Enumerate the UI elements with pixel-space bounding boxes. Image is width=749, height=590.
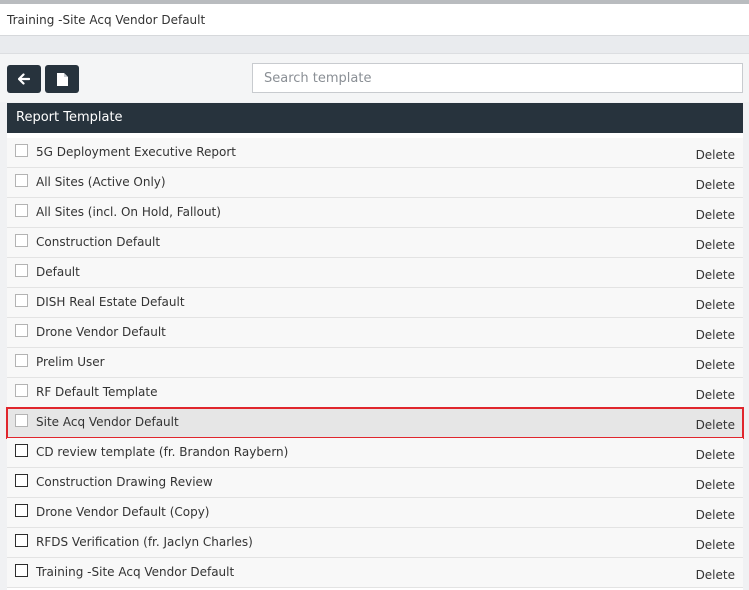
row-checkbox[interactable] bbox=[15, 384, 28, 397]
delete-link[interactable]: Delete bbox=[696, 567, 735, 583]
template-row[interactable]: CD review template (fr. Brandon Raybern)… bbox=[7, 438, 743, 468]
template-row[interactable]: Prelim User Delete bbox=[7, 348, 743, 378]
template-name[interactable]: Construction Default bbox=[36, 234, 160, 250]
template-row[interactable]: All Sites (Active Only) Delete bbox=[7, 168, 743, 198]
row-checkbox[interactable] bbox=[15, 294, 28, 307]
report-template-panel: Report Template 5G Deployment Executive … bbox=[6, 103, 744, 590]
row-checkbox[interactable] bbox=[15, 234, 28, 247]
delete-link[interactable]: Delete bbox=[696, 447, 735, 463]
row-checkbox[interactable] bbox=[15, 264, 28, 277]
delete-link[interactable]: Delete bbox=[696, 357, 735, 373]
row-checkbox[interactable] bbox=[15, 354, 28, 367]
template-row[interactable]: Construction Drawing Review Delete bbox=[7, 468, 743, 498]
template-name[interactable]: Prelim User bbox=[36, 354, 105, 370]
table-header: Report Template bbox=[7, 103, 743, 133]
template-name[interactable]: 5G Deployment Executive Report bbox=[36, 144, 236, 160]
template-name[interactable]: CD review template (fr. Brandon Raybern) bbox=[36, 444, 288, 460]
document-icon bbox=[56, 72, 68, 86]
template-name[interactable]: Drone Vendor Default (Copy) bbox=[36, 504, 210, 520]
delete-link[interactable]: Delete bbox=[696, 387, 735, 403]
template-row[interactable]: Construction Default Delete bbox=[7, 228, 743, 258]
delete-link[interactable]: Delete bbox=[696, 267, 735, 283]
delete-link[interactable]: Delete bbox=[696, 327, 735, 343]
delete-link[interactable]: Delete bbox=[696, 177, 735, 193]
new-template-button[interactable] bbox=[45, 65, 79, 93]
template-name[interactable]: Default bbox=[36, 264, 80, 280]
template-name[interactable]: All Sites (Active Only) bbox=[36, 174, 166, 190]
delete-link[interactable]: Delete bbox=[696, 477, 735, 493]
template-list: 5G Deployment Executive Report Delete All … bbox=[6, 133, 744, 588]
row-checkbox[interactable] bbox=[15, 564, 28, 577]
template-name[interactable]: RF Default Template bbox=[36, 384, 157, 400]
window-title: Training -Site Acq Vendor Default bbox=[0, 4, 749, 36]
separator-bar bbox=[0, 36, 749, 54]
template-name[interactable]: Site Acq Vendor Default bbox=[36, 414, 179, 430]
delete-link[interactable]: Delete bbox=[696, 147, 735, 163]
row-checkbox[interactable] bbox=[15, 324, 28, 337]
template-name[interactable]: Training -Site Acq Vendor Default bbox=[36, 564, 234, 580]
template-row[interactable]: Training -Site Acq Vendor Default Delete bbox=[7, 558, 743, 588]
row-checkbox[interactable] bbox=[15, 444, 28, 457]
template-row[interactable]: RFDS Verification (fr. Jaclyn Charles) De… bbox=[7, 528, 743, 558]
delete-link[interactable]: Delete bbox=[696, 207, 735, 223]
template-name[interactable]: DISH Real Estate Default bbox=[36, 294, 185, 310]
delete-link[interactable]: Delete bbox=[696, 537, 735, 553]
template-row[interactable]: DISH Real Estate Default Delete bbox=[7, 288, 743, 318]
template-name[interactable]: Construction Drawing Review bbox=[36, 474, 213, 490]
row-checkbox[interactable] bbox=[15, 414, 28, 427]
template-name[interactable]: Drone Vendor Default bbox=[36, 324, 166, 340]
row-checkbox[interactable] bbox=[15, 204, 28, 217]
template-row[interactable]: 5G Deployment Executive Report Delete bbox=[7, 138, 743, 168]
search-input[interactable] bbox=[252, 63, 743, 93]
row-checkbox[interactable] bbox=[15, 174, 28, 187]
template-row[interactable]: Drone Vendor Default Delete bbox=[7, 318, 743, 348]
delete-link[interactable]: Delete bbox=[696, 237, 735, 253]
arrow-left-icon bbox=[18, 73, 30, 85]
template-name[interactable]: All Sites (incl. On Hold, Fallout) bbox=[36, 204, 221, 220]
template-row[interactable]: Site Acq Vendor Default Delete bbox=[6, 407, 744, 439]
template-row[interactable]: Drone Vendor Default (Copy) Delete bbox=[7, 498, 743, 528]
row-checkbox[interactable] bbox=[15, 144, 28, 157]
row-checkbox[interactable] bbox=[15, 504, 28, 517]
template-name[interactable]: RFDS Verification (fr. Jaclyn Charles) bbox=[36, 534, 253, 550]
row-checkbox[interactable] bbox=[15, 534, 28, 547]
back-button[interactable] bbox=[7, 65, 41, 93]
delete-link[interactable]: Delete bbox=[696, 507, 735, 523]
delete-link[interactable]: Delete bbox=[696, 417, 735, 433]
delete-link[interactable]: Delete bbox=[696, 297, 735, 313]
row-checkbox[interactable] bbox=[15, 474, 28, 487]
template-row[interactable]: Default Delete bbox=[7, 258, 743, 288]
template-row[interactable]: RF Default Template Delete bbox=[7, 378, 743, 408]
template-row[interactable]: All Sites (incl. On Hold, Fallout) Delete bbox=[7, 198, 743, 228]
